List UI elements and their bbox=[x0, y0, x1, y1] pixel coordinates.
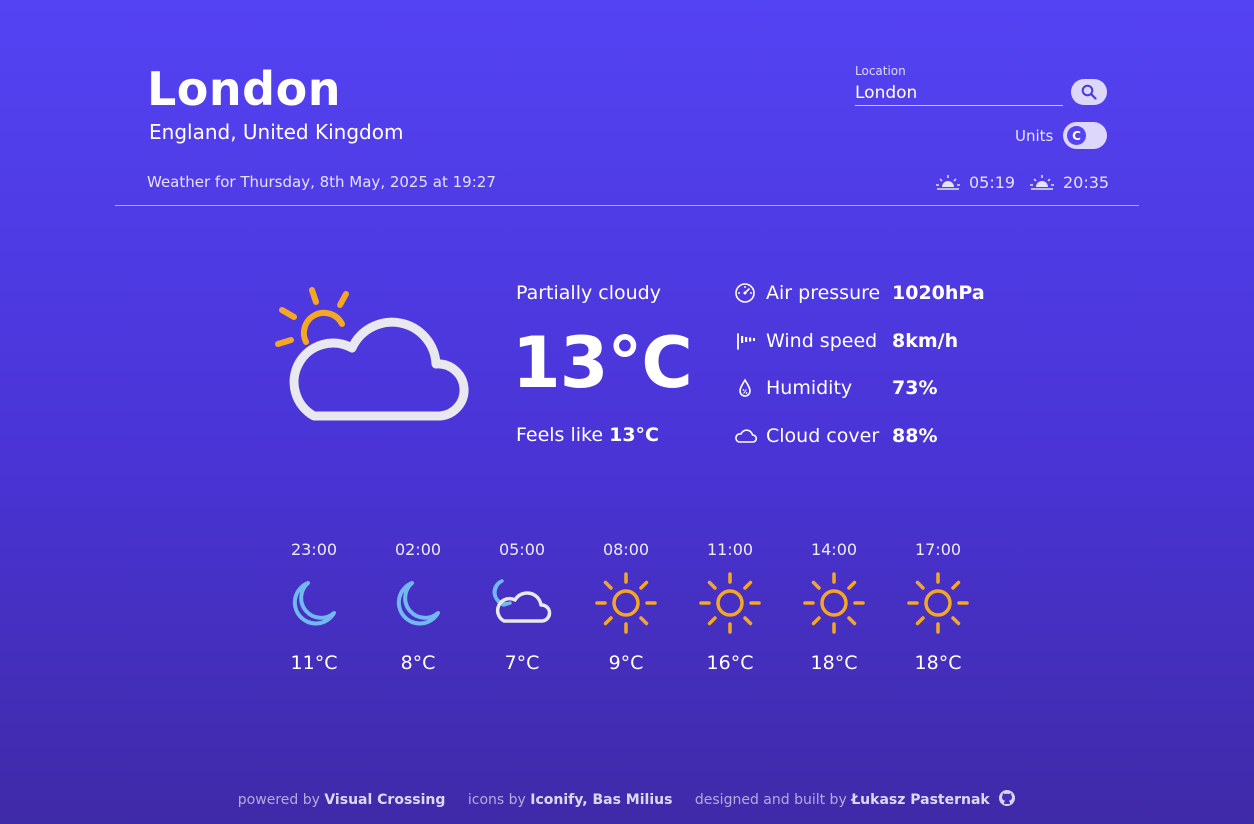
hourly-item: 23:00 11°C bbox=[262, 540, 366, 674]
country-name: England, United Kingdom bbox=[149, 120, 404, 144]
footer-icons-prefix: icons by bbox=[467, 792, 526, 808]
sunset-time: 20:35 bbox=[1063, 172, 1110, 192]
sunrise-time: 05:19 bbox=[969, 172, 1016, 192]
detail-value: 8km/h bbox=[892, 330, 959, 352]
partly-cloudy-night-icon bbox=[470, 570, 574, 636]
hour-temp: 16°C bbox=[706, 652, 754, 674]
units-knob: C bbox=[1067, 126, 1086, 145]
detail-cloud-cover: Cloud cover 88% bbox=[734, 423, 1014, 449]
detail-label: Wind speed bbox=[766, 330, 878, 352]
sunrise-icon bbox=[936, 175, 960, 190]
sun-icon bbox=[782, 570, 886, 636]
hourly-item: 17:00 18°C bbox=[886, 540, 990, 674]
hour-time: 05:00 bbox=[498, 540, 546, 559]
sun-icon bbox=[886, 570, 990, 636]
cloud-icon bbox=[734, 423, 760, 449]
detail-value: 88% bbox=[892, 425, 938, 447]
iconify-link[interactable]: Iconify, Bas Milius bbox=[530, 792, 672, 808]
hourly-item: 08:00 9°C bbox=[574, 540, 678, 674]
hour-temp: 18°C bbox=[914, 652, 962, 674]
current-temperature: 13°C bbox=[512, 322, 693, 404]
units-label: Units bbox=[1015, 127, 1054, 145]
pressure-gauge-icon bbox=[734, 280, 760, 306]
hour-temp: 8°C bbox=[400, 652, 436, 674]
footer-powered-prefix: powered by bbox=[237, 792, 320, 808]
windsock-icon bbox=[734, 328, 760, 354]
sun-icon bbox=[574, 570, 678, 636]
github-icon[interactable] bbox=[998, 789, 1016, 811]
visual-crossing-link[interactable]: Visual Crossing bbox=[324, 792, 445, 808]
detail-label: Humidity bbox=[766, 377, 853, 399]
hourly-item: 05:00 7°C bbox=[470, 540, 574, 674]
sun-icon bbox=[678, 570, 782, 636]
hour-temp: 9°C bbox=[608, 652, 644, 674]
hourly-item: 14:00 18°C bbox=[782, 540, 886, 674]
sunrise: 05:19 bbox=[935, 172, 1015, 192]
footer-icons: icons by Iconify, Bas Milius bbox=[468, 792, 677, 808]
detail-humidity: Humidity 73% bbox=[734, 375, 1014, 401]
hourly-item: 11:00 16°C bbox=[678, 540, 782, 674]
city-name: London bbox=[147, 62, 341, 116]
detail-air-pressure: Air pressure 1020hPa bbox=[734, 280, 1014, 306]
hour-temp: 7°C bbox=[504, 652, 540, 674]
detail-value: 73% bbox=[892, 377, 938, 399]
feels-like: Feels like 13°C bbox=[516, 424, 659, 446]
detail-label: Air pressure bbox=[766, 282, 881, 304]
units-toggle[interactable]: C bbox=[1063, 122, 1107, 149]
detail-value: 1020hPa bbox=[892, 282, 985, 304]
footer-built: designed and built by Łukasz Pasternak bbox=[694, 789, 1016, 811]
hour-temp: 18°C bbox=[810, 652, 858, 674]
detail-wind-speed: Wind speed 8km/h bbox=[734, 328, 1014, 354]
search-button[interactable] bbox=[1071, 79, 1107, 105]
hour-time: 02:00 bbox=[394, 540, 442, 559]
hour-time: 11:00 bbox=[706, 540, 754, 559]
footer-powered: powered by Visual Crossing bbox=[238, 792, 450, 808]
hour-temp: 11°C bbox=[290, 652, 338, 674]
hourly-item: 02:00 8°C bbox=[366, 540, 470, 674]
moon-icon bbox=[262, 570, 366, 636]
condition-text: Partially cloudy bbox=[516, 282, 661, 304]
author-link[interactable]: Łukasz Pasternak bbox=[851, 792, 990, 808]
location-label: Location bbox=[855, 64, 906, 78]
location-input[interactable] bbox=[855, 80, 1063, 106]
hour-time: 23:00 bbox=[290, 540, 338, 559]
hour-time: 17:00 bbox=[914, 540, 962, 559]
footer: powered by Visual Crossing icons by Icon… bbox=[0, 789, 1254, 811]
hour-time: 14:00 bbox=[810, 540, 858, 559]
partly-cloudy-day-icon bbox=[272, 282, 472, 436]
hour-time: 08:00 bbox=[602, 540, 650, 559]
hourly-forecast: 23:00 11°C 02:00 8°C 05:00 7°C 08:00 9°C… bbox=[262, 540, 992, 680]
weather-timestamp: Weather for Thursday, 8th May, 2025 at 1… bbox=[147, 173, 496, 191]
moon-icon bbox=[366, 570, 470, 636]
sunset-icon bbox=[1030, 175, 1054, 190]
sunset: 20:35 bbox=[1029, 172, 1109, 192]
feels-like-value: 13°C bbox=[609, 424, 659, 446]
search-icon bbox=[1081, 84, 1097, 100]
header: London England, United Kingdom Weather f… bbox=[115, 0, 1139, 206]
detail-label: Cloud cover bbox=[766, 425, 880, 447]
humidity-drop-icon bbox=[734, 375, 760, 401]
feels-like-label: Feels like bbox=[516, 424, 604, 446]
footer-built-prefix: designed and built by bbox=[694, 792, 847, 808]
